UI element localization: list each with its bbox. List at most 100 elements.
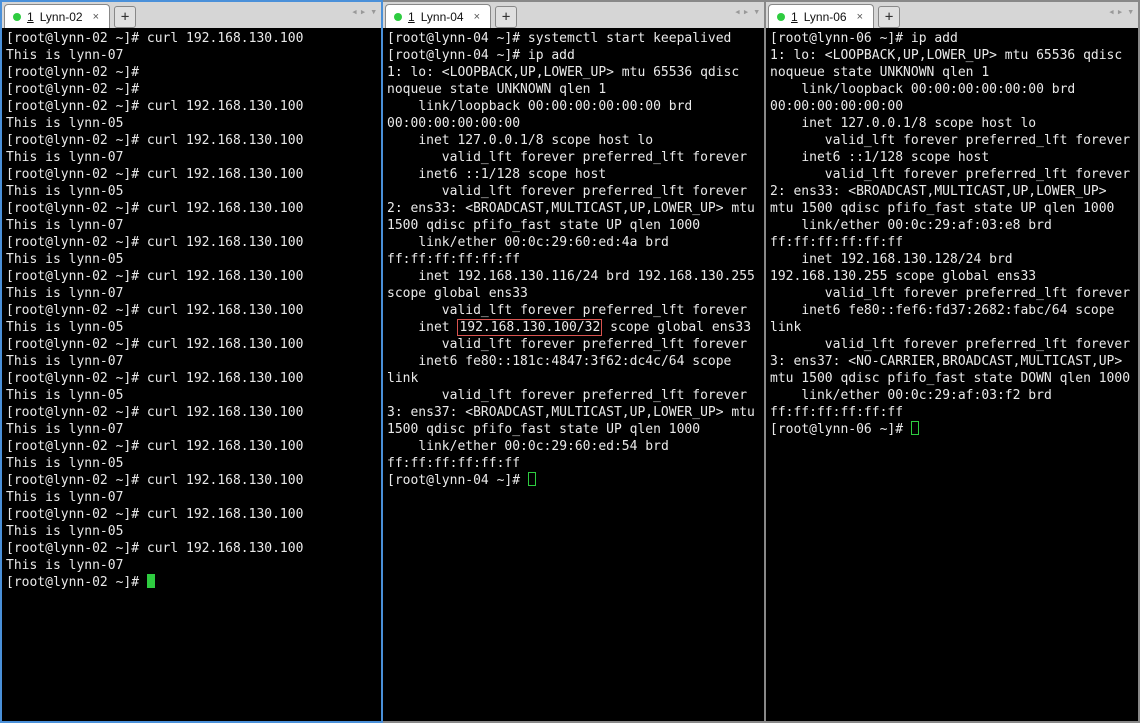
terminal-line: [root@lynn-02 ~]# curl 192.168.130.100: [6, 540, 377, 557]
tab-lynn-02[interactable]: 1 Lynn-02 ×: [4, 4, 110, 28]
nav-left-icon[interactable]: ◂: [1108, 5, 1115, 18]
terminal-line: [root@lynn-02 ~]# curl 192.168.130.100: [6, 30, 377, 47]
tab-dropdown-icon[interactable]: ▾: [753, 5, 760, 18]
terminal-line: [root@lynn-02 ~]# curl 192.168.130.100: [6, 438, 377, 455]
highlighted-ip: 192.168.130.100/32: [457, 319, 602, 336]
terminal-line: [root@lynn-02 ~]# curl 192.168.130.100: [6, 370, 377, 387]
terminal-pane-lynn-02: 1 Lynn-02 × + ◂▸▾ [root@lynn-02 ~]# curl 192…: [0, 0, 383, 723]
terminal-line: valid_lft forever preferred_lft forever: [387, 149, 760, 166]
tab-bar: 1 Lynn-04 × + ◂▸▾: [383, 2, 764, 28]
terminal-line: This is lynn-07: [6, 353, 377, 370]
terminal-line: link/loopback 00:00:00:00:00:00 brd 00:0…: [770, 81, 1134, 115]
status-dot-icon: [13, 13, 21, 21]
terminal-line: This is lynn-07: [6, 421, 377, 438]
terminal-line: link/ether 00:0c:29:af:03:e8 brd ff:ff:f…: [770, 217, 1134, 251]
terminal-pane-lynn-04: 1 Lynn-04 × + ◂▸▾ [root@lynn-04 ~]# systemct…: [383, 0, 766, 723]
terminal-line: [root@lynn-02 ~]# curl 192.168.130.100: [6, 166, 377, 183]
terminal-line: This is lynn-05: [6, 183, 377, 200]
terminal-line: [root@lynn-06 ~]# ip add: [770, 30, 1134, 47]
terminal-line: inet6 fe80::fef6:fd37:2682:fabc/64 scope…: [770, 302, 1134, 336]
nav-left-icon[interactable]: ◂: [351, 5, 358, 18]
tab-bar: 1 Lynn-02 × + ◂▸▾: [2, 2, 381, 28]
terminal-line: valid_lft forever preferred_lft forever: [387, 302, 760, 319]
terminal-line: valid_lft forever preferred_lft forever: [387, 183, 760, 200]
terminal-line: [root@lynn-04 ~]# ip add: [387, 47, 760, 64]
status-dot-icon: [394, 13, 402, 21]
terminal-line: [root@lynn-06 ~]#: [770, 421, 1134, 438]
terminal-line: [root@lynn-02 ~]#: [6, 574, 377, 591]
terminal-pane-lynn-06: 1 Lynn-06×+ ◂▸▾ [root@lynn-06 ~]# ip add1:…: [766, 0, 1140, 723]
tab-number: 1: [408, 10, 415, 24]
terminal-output[interactable]: [root@lynn-06 ~]# ip add1: lo: <LOOPBACK…: [766, 28, 1138, 721]
nav-left-icon[interactable]: ◂: [734, 5, 741, 18]
terminal-line: This is lynn-05: [6, 523, 377, 540]
terminal-line: inet 192.168.130.128/24 brd 192.168.130.…: [770, 251, 1134, 285]
tab-lynn-04[interactable]: 1 Lynn-04 ×: [385, 4, 491, 28]
terminal-line: valid_lft forever preferred_lft forever: [770, 166, 1134, 183]
terminal-line: inet 127.0.0.1/8 scope host lo: [387, 132, 760, 149]
cursor-icon: [911, 421, 919, 435]
terminal-line: [root@lynn-02 ~]# curl 192.168.130.100: [6, 132, 377, 149]
terminal-output[interactable]: [root@lynn-04 ~]# systemctl start keepal…: [383, 28, 764, 721]
cursor-icon: [528, 472, 536, 486]
terminal-line: valid_lft forever preferred_lft forever: [387, 336, 760, 353]
terminal-line: [root@lynn-02 ~]# curl 192.168.130.100: [6, 302, 377, 319]
tab-bar: 1 Lynn-06×+ ◂▸▾: [766, 2, 1138, 28]
terminal-line: This is lynn-07: [6, 285, 377, 302]
tab-nav: ◂▸▾: [734, 5, 760, 18]
close-icon[interactable]: ×: [93, 11, 99, 23]
tab-title: Lynn-04: [421, 10, 464, 24]
nav-right-icon[interactable]: ▸: [1117, 5, 1124, 18]
nav-right-icon[interactable]: ▸: [743, 5, 750, 18]
terminal-line: [root@lynn-02 ~]#: [6, 81, 377, 98]
tab-nav: ◂▸▾: [351, 5, 377, 18]
close-icon[interactable]: ×: [474, 11, 480, 23]
new-tab-button[interactable]: +: [114, 6, 136, 28]
tab-number: 1: [27, 10, 34, 24]
terminal-line: This is lynn-05: [6, 455, 377, 472]
terminal-line: inet 192.168.130.116/24 brd 192.168.130.…: [387, 268, 760, 302]
terminal-line: This is lynn-07: [6, 217, 377, 234]
terminal-line: [root@lynn-02 ~]# curl 192.168.130.100: [6, 98, 377, 115]
terminal-line: 2: ens33: <BROADCAST,MULTICAST,UP,LOWER_…: [387, 200, 760, 234]
terminal-line: [root@lynn-02 ~]# curl 192.168.130.100: [6, 472, 377, 489]
tab-title: Lynn-02: [40, 10, 83, 24]
tab-nav: ◂▸▾: [1108, 5, 1134, 18]
terminal-line: This is lynn-05: [6, 251, 377, 268]
terminal-line: This is lynn-05: [6, 115, 377, 132]
new-tab-button[interactable]: +: [878, 6, 900, 28]
terminal-line: inet 192.168.130.100/32 scope global ens…: [387, 319, 760, 336]
tab-number: 1: [791, 10, 798, 24]
terminal-line: This is lynn-05: [6, 319, 377, 336]
nav-right-icon[interactable]: ▸: [360, 5, 367, 18]
terminal-line: 1: lo: <LOOPBACK,UP,LOWER_UP> mtu 65536 …: [387, 64, 760, 98]
terminal-line: [root@lynn-02 ~]# curl 192.168.130.100: [6, 506, 377, 523]
terminal-output[interactable]: [root@lynn-02 ~]# curl 192.168.130.100Th…: [2, 28, 381, 721]
terminal-line: valid_lft forever preferred_lft forever: [387, 387, 760, 404]
terminal-line: 1: lo: <LOOPBACK,UP,LOWER_UP> mtu 65536 …: [770, 47, 1134, 81]
terminal-line: inet 127.0.0.1/8 scope host lo: [770, 115, 1134, 132]
terminal-line: valid_lft forever preferred_lft forever: [770, 285, 1134, 302]
terminal-line: [root@lynn-02 ~]# curl 192.168.130.100: [6, 336, 377, 353]
tab-lynn-06[interactable]: 1 Lynn-06×: [768, 4, 874, 28]
terminal-line: valid_lft forever preferred_lft forever: [770, 132, 1134, 149]
terminal-line: inet6 ::1/128 scope host: [770, 149, 1134, 166]
terminal-line: [root@lynn-02 ~]# curl 192.168.130.100: [6, 404, 377, 421]
terminal-line: 3: ens37: <BROADCAST,MULTICAST,UP,LOWER_…: [387, 404, 760, 438]
terminal-line: inet6 ::1/128 scope host: [387, 166, 760, 183]
terminal-line: This is lynn-07: [6, 557, 377, 574]
new-tab-button[interactable]: +: [495, 6, 517, 28]
tab-dropdown-icon[interactable]: ▾: [370, 5, 377, 18]
terminal-line: This is lynn-07: [6, 489, 377, 506]
terminal-line: [root@lynn-04 ~]#: [387, 472, 760, 489]
terminal-line: [root@lynn-02 ~]#: [6, 64, 377, 81]
tab-dropdown-icon[interactable]: ▾: [1127, 5, 1134, 18]
terminal-line: link/ether 00:0c:29:60:ed:4a brd ff:ff:f…: [387, 234, 760, 268]
terminal-line: 2: ens33: <BROADCAST,MULTICAST,UP,LOWER_…: [770, 183, 1134, 217]
terminal-line: [root@lynn-02 ~]# curl 192.168.130.100: [6, 268, 377, 285]
terminal-line: link/ether 00:0c:29:60:ed:54 brd ff:ff:f…: [387, 438, 760, 472]
terminal-line: [root@lynn-02 ~]# curl 192.168.130.100: [6, 200, 377, 217]
terminal-line: inet6 fe80::181c:4847:3f62:dc4c/64 scope…: [387, 353, 760, 387]
terminal-line: [root@lynn-04 ~]# systemctl start keepal…: [387, 30, 760, 47]
close-icon[interactable]: ×: [857, 11, 863, 23]
